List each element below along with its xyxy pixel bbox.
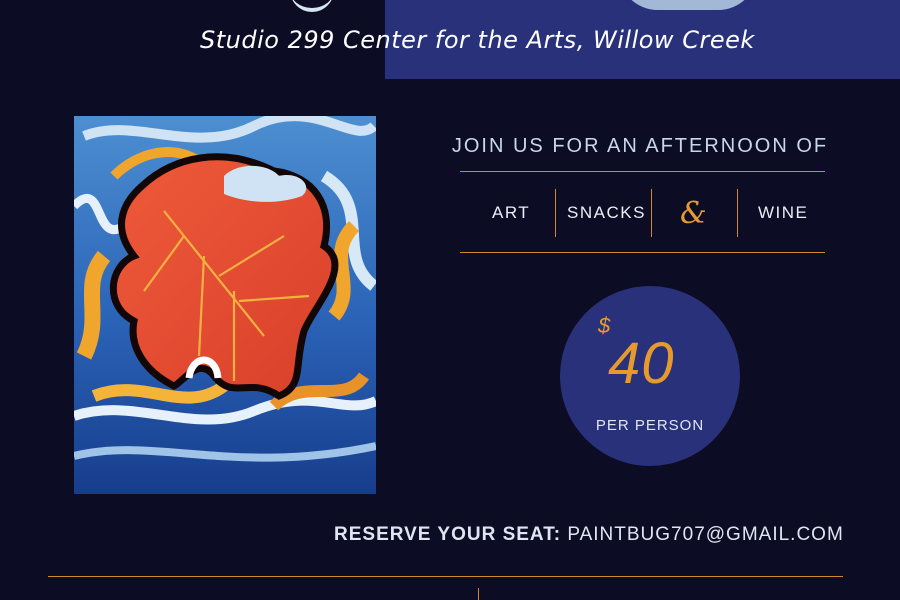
divider-bottom [460, 252, 825, 253]
venue-text: Studio 299 Center for the Arts, Willow C… [200, 26, 755, 54]
offering-separator [555, 189, 556, 237]
offering-wine: WINE [758, 203, 809, 222]
offering-art: ART [492, 203, 531, 222]
reservation-line: RESERVE YOUR SEAT: PAINTBUG707@GMAIL.COM [334, 524, 844, 546]
maple-leaf-painting [74, 116, 376, 494]
offering-separator [737, 189, 738, 237]
price-unit: PER PERSON [595, 417, 705, 434]
divider-top [460, 171, 825, 172]
footer-divider [48, 576, 843, 577]
title-decoration-left [290, 0, 334, 12]
reservation-email[interactable]: PAINTBUG707@GMAIL.COM [567, 524, 843, 545]
invite-headline: JOIN US FOR AN AFTERNOON OF [451, 135, 829, 157]
offering-separator [651, 189, 652, 237]
reservation-label: RESERVE YOUR SEAT: [334, 524, 562, 545]
price-amount: 40 [608, 331, 675, 396]
ampersand: & [680, 196, 707, 231]
offering-snacks: SNACKS [567, 203, 646, 222]
footer-separator [478, 588, 479, 600]
